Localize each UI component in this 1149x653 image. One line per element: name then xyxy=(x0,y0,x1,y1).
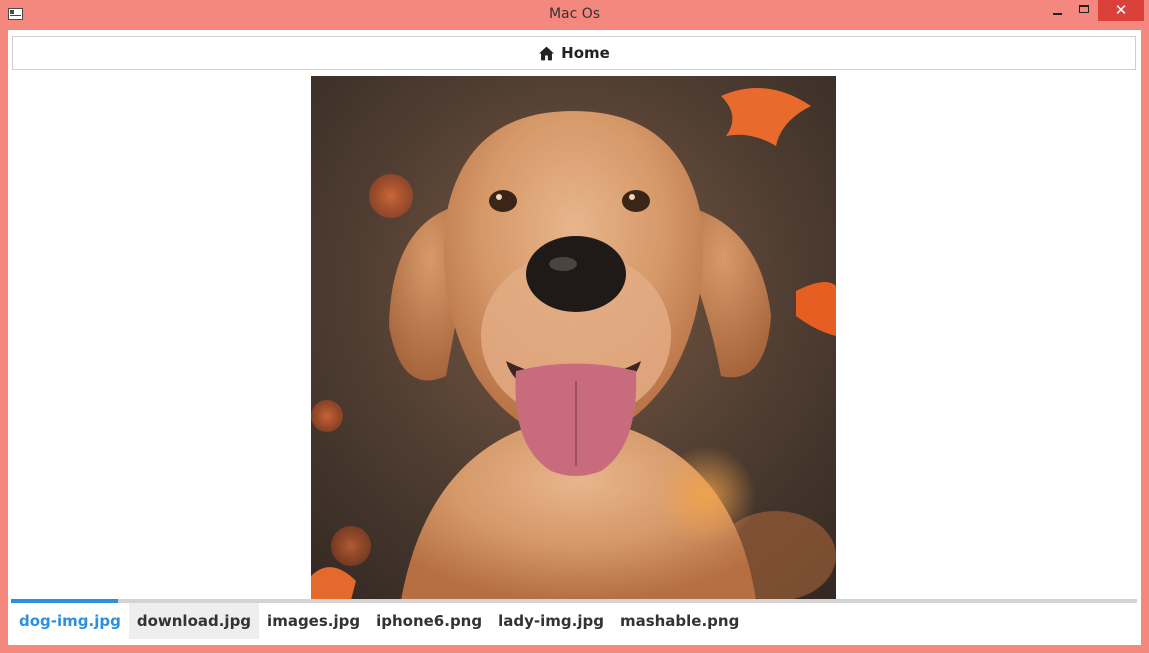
app-window: Mac Os ✕ Home dog-img.jpg download.jpg i… xyxy=(0,0,1149,653)
tab-dog-img[interactable]: dog-img.jpg xyxy=(11,603,129,639)
content-area: Home dog-img.jpg download.jpg images.jpg… xyxy=(8,30,1141,645)
home-label: Home xyxy=(561,44,610,62)
image-tabs: dog-img.jpg download.jpg images.jpg ipho… xyxy=(11,603,747,639)
close-button[interactable]: ✕ xyxy=(1098,0,1144,21)
tab-lady-img[interactable]: lady-img.jpg xyxy=(490,603,612,639)
home-button[interactable]: Home xyxy=(12,36,1136,70)
title-bar[interactable]: Mac Os ✕ xyxy=(0,0,1149,30)
tab-images[interactable]: images.jpg xyxy=(259,603,368,639)
tab-iphone6[interactable]: iphone6.png xyxy=(368,603,490,639)
dog-image xyxy=(311,76,836,600)
tab-mashable[interactable]: mashable.png xyxy=(612,603,747,639)
maximize-button[interactable] xyxy=(1069,0,1099,22)
window-title: Mac Os xyxy=(548,6,601,22)
home-icon xyxy=(539,46,555,60)
tab-download[interactable]: download.jpg xyxy=(128,603,260,639)
minimize-button[interactable] xyxy=(1042,0,1072,22)
